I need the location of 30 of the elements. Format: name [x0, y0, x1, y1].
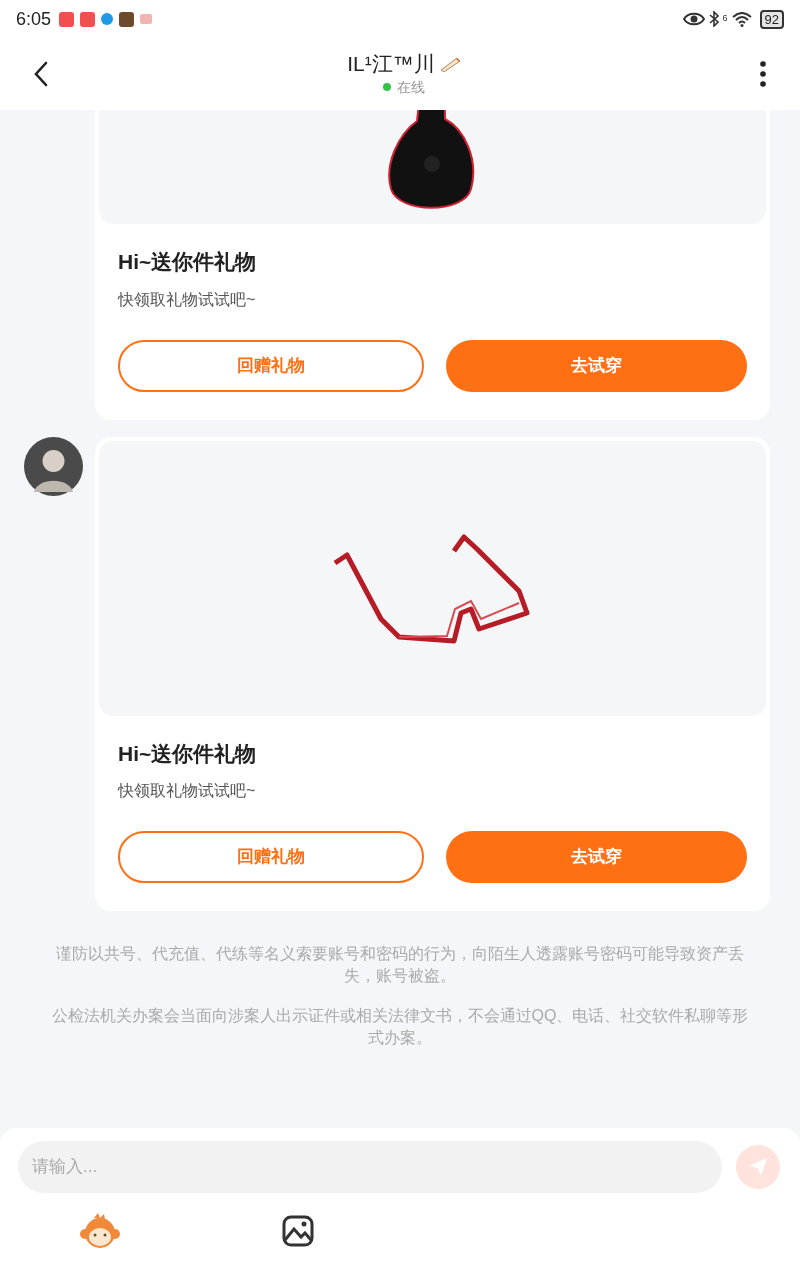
app-notification-icon — [59, 11, 75, 27]
wifi-icon — [731, 11, 752, 27]
try-on-button[interactable]: 去试穿 — [445, 831, 747, 883]
gift-subtitle: 快领取礼物试试吧~ — [116, 781, 257, 801]
back-icon[interactable] — [34, 61, 48, 87]
app-notification-icon — [101, 13, 114, 25]
pencil-icon — [438, 55, 461, 72]
bluetooth-icon — [708, 11, 719, 27]
try-on-button[interactable]: 去试穿 — [445, 339, 747, 392]
network-label: 6 — [722, 11, 728, 25]
app-notification-icon — [140, 14, 153, 24]
more-icon[interactable] — [760, 61, 766, 87]
safety-notice: 谨防以共号、代充值、代练等名义索要账号和密码的行为，向陌生人透露账号密码可能导致资产丢失，账号被盗。 — [55, 944, 745, 986]
gift-title: Hi~送你件礼物 — [117, 740, 258, 767]
image-icon[interactable] — [282, 1215, 314, 1247]
battery-indicator: 92 — [759, 9, 784, 29]
app-notification-icon — [80, 11, 96, 27]
send-icon — [747, 1156, 769, 1178]
avatar[interactable] — [24, 436, 83, 496]
app-notification-icon — [119, 11, 135, 27]
chat-title: IL¹江™川 — [347, 50, 435, 77]
return-gift-button[interactable]: 回赠礼物 — [118, 831, 424, 883]
status-time: 6:05 — [16, 7, 52, 31]
message-input[interactable]: 请输入... — [18, 1141, 722, 1193]
eye-icon — [682, 12, 705, 26]
safety-notice: 公检法机关办案会当面向涉案人出示证件或相关法律文书，不会通过QQ、电话、社交软件私聊等形式办案。 — [50, 1006, 750, 1048]
presence-status: 在线 — [397, 77, 425, 97]
return-gift-button[interactable]: 回赠礼物 — [118, 339, 424, 392]
gift-subtitle: 快领取礼物试试吧~ — [116, 289, 257, 310]
gift-title: Hi~送你件礼物 — [117, 249, 258, 275]
